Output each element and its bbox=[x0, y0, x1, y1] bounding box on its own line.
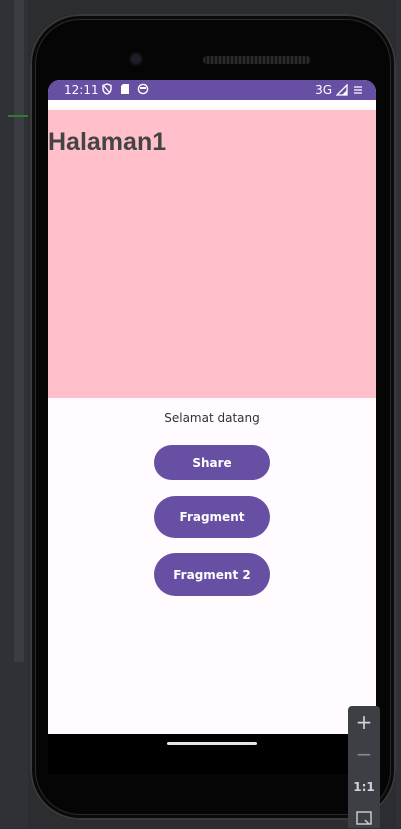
vpn-shield-icon bbox=[102, 83, 112, 95]
fit-screen-icon bbox=[356, 811, 372, 825]
front-camera-icon bbox=[131, 54, 141, 64]
share-button[interactable]: Share bbox=[154, 445, 270, 480]
sd-card-icon bbox=[121, 84, 129, 94]
ide-guide-line bbox=[8, 115, 28, 117]
fragment-button[interactable]: Fragment bbox=[154, 496, 270, 538]
device-screen: 12:11 3G Halaman1 Selamat datang Share F… bbox=[48, 80, 376, 734]
status-bar: 12:11 3G bbox=[48, 80, 376, 100]
face-icon bbox=[137, 83, 149, 95]
data-icon bbox=[354, 86, 362, 94]
navigation-bar bbox=[48, 734, 376, 774]
network-type: 3G bbox=[315, 83, 332, 97]
status-notification-icons bbox=[101, 83, 149, 95]
ide-right-edge bbox=[396, 0, 401, 828]
ide-scrollbar[interactable] bbox=[14, 0, 24, 662]
signal-icon bbox=[336, 84, 348, 96]
toolbar-strip bbox=[48, 100, 376, 110]
fragment-2-button[interactable]: Fragment 2 bbox=[154, 553, 270, 596]
header-panel: Halaman1 bbox=[48, 110, 376, 398]
zoom-in-button[interactable]: + bbox=[348, 710, 380, 734]
zoom-out-button[interactable]: − bbox=[348, 742, 380, 766]
home-gesture-handle[interactable] bbox=[167, 742, 257, 745]
zoom-controls: + − 1:1 bbox=[348, 706, 380, 828]
status-system-icons: 3G bbox=[315, 83, 364, 97]
fit-screen-button[interactable] bbox=[348, 810, 380, 829]
page-title: Halaman1 bbox=[48, 128, 167, 156]
earpiece-speaker bbox=[203, 56, 311, 64]
status-time: 12:11 bbox=[64, 83, 99, 97]
actual-size-button[interactable]: 1:1 bbox=[348, 780, 380, 794]
welcome-text: Selamat datang bbox=[164, 411, 260, 425]
